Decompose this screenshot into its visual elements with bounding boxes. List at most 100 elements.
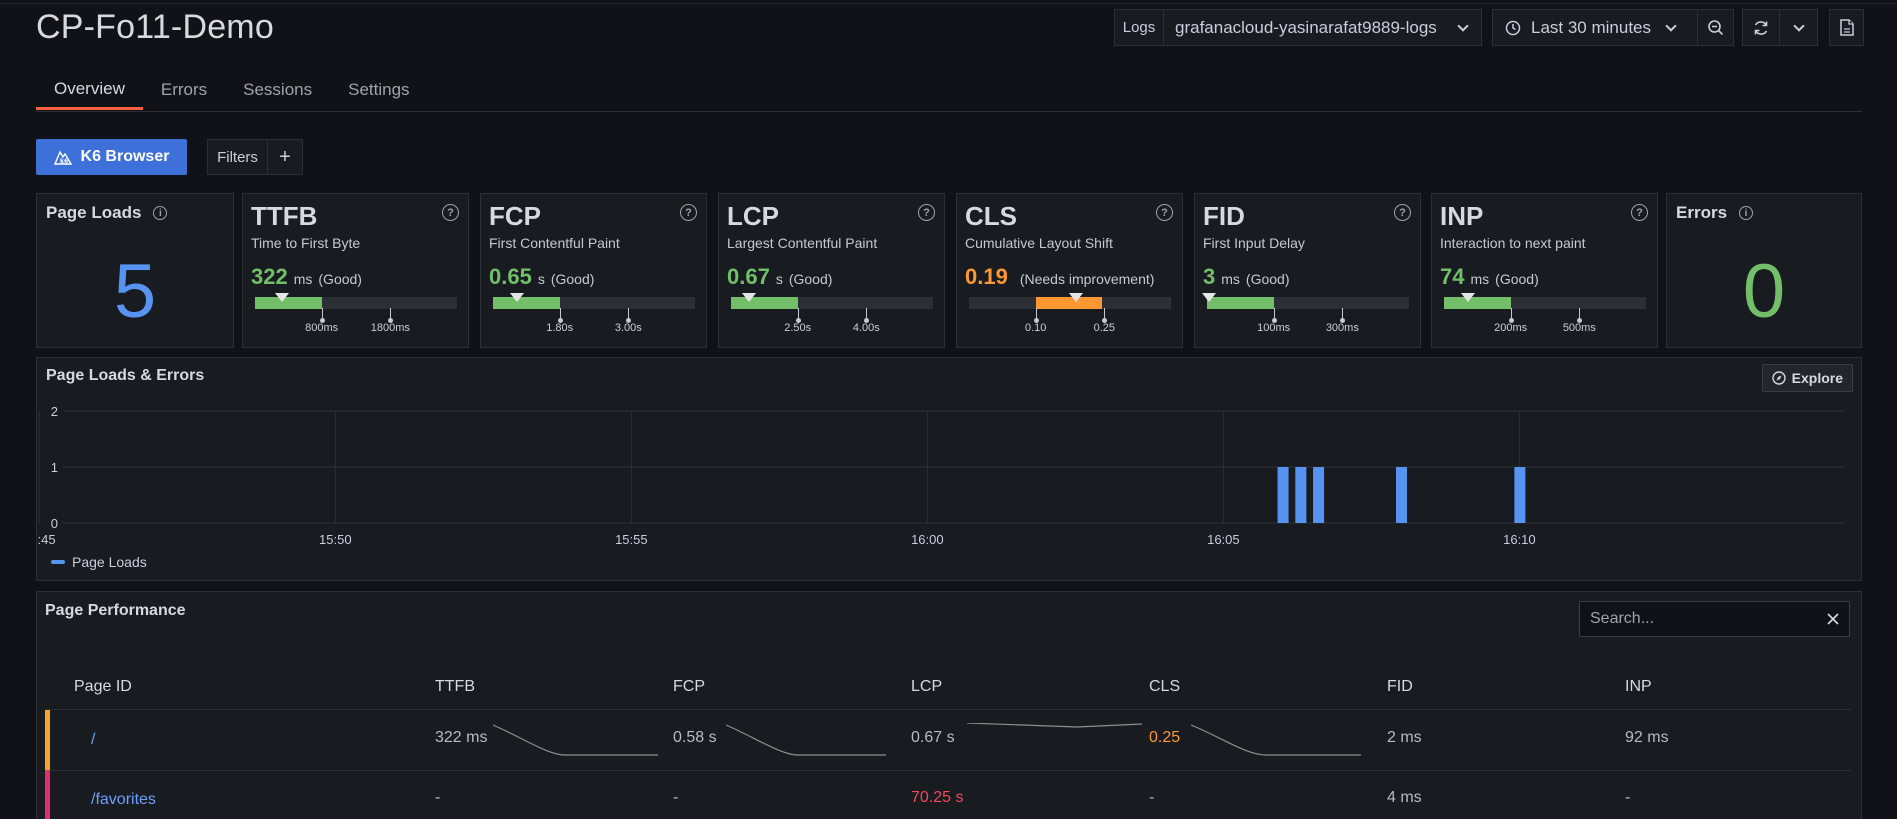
page-load-bar[interactable] (1295, 467, 1307, 523)
table-row[interactable]: / 322 ms 0.58 s 0.67 s 0.25 2 ms 92 ms (45, 710, 1851, 770)
column-header-page-id[interactable]: Page ID (74, 678, 132, 696)
fid-value-row: 3 ms (Good) (1203, 264, 1290, 290)
help-icon[interactable]: ? (1631, 204, 1648, 221)
page-load-bar[interactable] (1277, 467, 1289, 523)
info-icon[interactable]: i (153, 206, 168, 220)
page-loads-errors-panel: Page Loads & Errors Explore 01215:4515:5… (36, 357, 1862, 581)
search-input[interactable]: Search... (1579, 601, 1850, 637)
chart-legend[interactable]: Page Loads (51, 554, 147, 570)
inp-tick-1 (1508, 308, 1514, 323)
export-button[interactable] (1829, 9, 1864, 46)
inp-unit: ms (1470, 271, 1490, 287)
info-icon[interactable]: i (1739, 206, 1754, 220)
legend-swatch (51, 560, 65, 564)
inp-tick-label-1: 200ms (1494, 322, 1528, 334)
fcp-gauge (493, 293, 695, 309)
cls-cell: - (1149, 789, 1155, 806)
cls-tick-label-1: 0.10 (1024, 322, 1047, 334)
fid-rating: (Good) (1245, 271, 1290, 287)
column-header-inp[interactable]: INP (1625, 678, 1652, 696)
fid-value: 3 (1203, 264, 1216, 289)
fcp-tick-2 (626, 308, 632, 323)
tab-errors[interactable]: Errors (143, 70, 225, 110)
fid-panel: FID ? First Input Delay 3 ms (Good) 100m… (1194, 193, 1421, 348)
zoom-out-icon (1707, 19, 1723, 35)
page-load-bar[interactable] (1395, 467, 1407, 523)
refresh-button[interactable] (1742, 9, 1780, 46)
ttfb-unit: ms (293, 271, 313, 287)
lcp-tick-label-1: 2.50s (784, 322, 812, 334)
fcp-cell: - (673, 789, 679, 806)
page-loads-value: 5 (113, 249, 157, 334)
fcp-value: 0.65 (489, 264, 532, 289)
k6-browser-button[interactable]: k6 K6 Browser (36, 139, 187, 175)
inp-cell: 92 ms (1625, 729, 1669, 746)
cls-name: Cumulative Layout Shift (965, 235, 1113, 251)
help-icon[interactable]: ? (1156, 204, 1173, 221)
x-tick-label: 15:50 (319, 532, 352, 547)
column-header-lcp[interactable]: LCP (911, 678, 942, 696)
document-icon (1839, 19, 1854, 36)
lcp-panel: LCP ? Largest Contentful Paint 0.67 s (G… (718, 193, 945, 348)
close-icon[interactable] (1827, 613, 1839, 625)
help-icon[interactable]: ? (1394, 204, 1411, 221)
chevron-down-icon (1792, 19, 1805, 32)
errors-title-text: Errors (1676, 203, 1728, 222)
time-range-label: Last 30 minutes (1531, 17, 1652, 37)
add-filter-button[interactable]: + (268, 140, 302, 174)
cls-cell: 0.25 (1149, 729, 1181, 746)
zoom-out-button[interactable] (1698, 9, 1734, 46)
fid-tick-1 (1271, 308, 1277, 323)
page-loads-title-text: Page Loads (46, 203, 142, 222)
inp-gauge (1444, 293, 1646, 309)
inp-panel: INP ? Interaction to next paint 74 ms (G… (1431, 193, 1658, 348)
row-accent-bar (45, 770, 50, 819)
ttfb-rating: (Good) (318, 271, 362, 287)
fcp-sparkline (726, 724, 886, 756)
page-load-bar[interactable] (1313, 467, 1325, 523)
lcp-cell: 70.25 s (911, 789, 964, 806)
lcp-value-row: 0.67 s (Good) (727, 264, 832, 290)
column-header-fid[interactable]: FID (1387, 678, 1413, 696)
logs-datasource-select[interactable]: grafanacloud-yasinarafat9889-logs (1163, 9, 1482, 46)
clock-icon (1505, 20, 1521, 35)
ttfb-abbr: TTFB (251, 201, 318, 231)
x-tick-label: 15:45 (37, 532, 56, 547)
y-tick-label: 2 (51, 404, 58, 419)
cls-abbr: CLS (965, 201, 1017, 231)
inp-gauge-marker (1461, 293, 1476, 302)
table-row[interactable]: /favorites - - 70.25 s - 4 ms - (45, 770, 1851, 819)
svg-text:k6: k6 (60, 158, 68, 165)
row-accent-bar (45, 710, 50, 770)
k6-browser-label: K6 Browser (80, 148, 170, 165)
fid-gauge-marker (1202, 293, 1217, 302)
cls-tick-label-2: 0.25 (1093, 322, 1116, 334)
page-id-link[interactable]: /favorites (91, 791, 156, 809)
column-header-ttfb[interactable]: TTFB (435, 678, 475, 696)
column-header-fcp[interactable]: FCP (673, 678, 705, 696)
time-range-picker[interactable]: Last 30 minutes (1492, 9, 1698, 46)
filters-control: Filters + (207, 139, 303, 175)
x-tick-label: 15:55 (615, 532, 648, 547)
lcp-tick-2 (864, 308, 870, 323)
lcp-name: Largest Contentful Paint (727, 235, 878, 251)
ttfb-panel: TTFB ? Time to First Byte 322 ms (Good) … (242, 193, 469, 348)
refresh-interval-dropdown[interactable] (1780, 9, 1818, 46)
y-tick-label: 1 (51, 460, 58, 475)
column-header-cls[interactable]: CLS (1149, 678, 1180, 696)
fid-cell: 2 ms (1387, 729, 1422, 746)
fcp-panel: FCP ? First Contentful Paint 0.65 s (Goo… (480, 193, 707, 348)
tab-settings[interactable]: Settings (330, 70, 427, 110)
fcp-tick-label-2: 3.00s (614, 322, 642, 334)
fcp-gauge-marker (510, 293, 525, 302)
help-icon[interactable]: ? (442, 204, 459, 221)
help-icon[interactable]: ? (918, 204, 935, 221)
cls-sparkline (1191, 724, 1361, 756)
ttfb-value: 322 (251, 264, 288, 289)
tab-overview[interactable]: Overview (36, 70, 143, 110)
tab-sessions[interactable]: Sessions (225, 70, 330, 110)
help-icon[interactable]: ? (680, 204, 697, 221)
page-load-bar[interactable] (1514, 467, 1526, 523)
page-id-link[interactable]: / (91, 731, 95, 749)
tab-bar: Overview Errors Sessions Settings (36, 70, 428, 112)
